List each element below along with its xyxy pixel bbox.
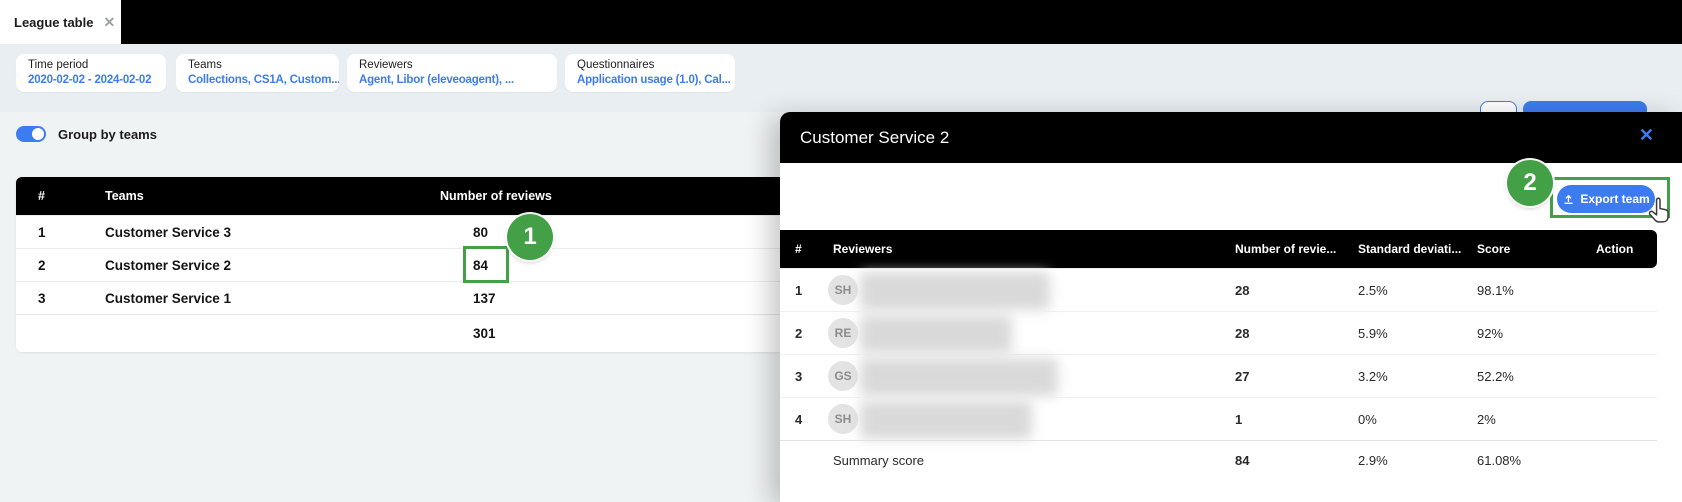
chip-value: Agent, Libor (eleveoagent), ... <box>359 73 545 88</box>
filter-chip-questionnaires[interactable]: Questionnaires Application usage (1.0), … <box>565 54 735 92</box>
league-table-screen: League table ✕ Time period 2020-02-02 - … <box>0 0 1682 502</box>
row-rank: 1 <box>795 283 802 298</box>
summary-label: Summary score <box>833 453 924 468</box>
chip-value: 2020-02-02 - 2024-02-02 <box>28 73 154 88</box>
col-rank: # <box>795 242 802 256</box>
col-number-of-reviews: Number of reviews <box>440 189 552 203</box>
summary-score-row: Summary score 84 2.9% 61.08% <box>780 440 1657 478</box>
tab-close-icon[interactable]: ✕ <box>103 15 115 29</box>
row-std: 0% <box>1358 412 1377 427</box>
reviewer-row[interactable]: 4 SH 1 0% 2% <box>780 397 1657 440</box>
row-score: 92% <box>1477 326 1503 341</box>
group-by-teams-row: Group by teams <box>16 126 157 142</box>
row-rank: 3 <box>795 369 802 384</box>
panel-header: Customer Service 2 ✕ <box>780 112 1682 163</box>
hand-cursor-icon <box>1646 196 1674 228</box>
group-by-teams-toggle[interactable] <box>16 126 46 142</box>
row-reviews: 27 <box>1235 369 1249 384</box>
row-reviews: 28 <box>1235 283 1249 298</box>
summary-std: 2.9% <box>1358 453 1388 468</box>
row-rank: 2 <box>795 326 802 341</box>
panel-title: Customer Service 2 <box>800 128 949 148</box>
tab-bar: League table ✕ <box>0 0 1682 44</box>
chip-label: Teams <box>188 58 327 73</box>
tab-title: League table <box>14 15 93 30</box>
col-teams: Teams <box>105 189 144 203</box>
annotation-step-1-badge: 1 <box>507 214 553 260</box>
row-reviews: 137 <box>473 291 496 306</box>
summary-reviews: 84 <box>1235 453 1249 468</box>
reviewers-table-header: # Reviewers Number of revie... Standard … <box>780 230 1657 268</box>
filter-chip-reviewers[interactable]: Reviewers Agent, Libor (eleveoagent), ..… <box>347 54 557 92</box>
avatar: GS <box>828 361 858 391</box>
row-rank: 3 <box>38 291 46 306</box>
row-reviews: 84 <box>473 258 488 273</box>
row-rank: 1 <box>38 225 46 240</box>
col-standard-deviation: Standard deviati... <box>1358 242 1461 256</box>
row-rank: 4 <box>795 412 802 427</box>
filter-chip-teams[interactable]: Teams Collections, CS1A, Custom... <box>176 54 339 92</box>
row-std: 2.5% <box>1358 283 1388 298</box>
col-action: Action <box>1596 242 1633 256</box>
reviewer-row[interactable]: 3 GS 27 3.2% 52.2% <box>780 354 1657 397</box>
col-score: Score <box>1477 242 1510 256</box>
redacted-reviewer-name <box>860 401 1032 439</box>
row-rank: 2 <box>38 258 46 273</box>
toggle-knob <box>32 128 44 140</box>
avatar: SH <box>828 275 858 305</box>
row-score: 98.1% <box>1477 283 1514 298</box>
export-team-label: Export team <box>1580 192 1649 206</box>
reviewer-row[interactable]: 1 SH 28 2.5% 98.1% <box>780 268 1657 311</box>
chip-label: Time period <box>28 58 154 73</box>
row-std: 5.9% <box>1358 326 1388 341</box>
reviewer-row[interactable]: 2 RE 28 5.9% 92% <box>780 311 1657 354</box>
upload-icon <box>1562 193 1575 206</box>
col-reviewers: Reviewers <box>833 242 892 256</box>
filter-chip-time-period[interactable]: Time period 2020-02-02 - 2024-02-02 <box>16 54 166 92</box>
chip-value: Collections, CS1A, Custom... <box>188 73 327 88</box>
row-reviews: 1 <box>1235 412 1242 427</box>
panel-close-icon[interactable]: ✕ <box>1639 126 1654 144</box>
group-by-teams-label: Group by teams <box>58 127 157 142</box>
export-team-button[interactable]: Export team <box>1557 185 1655 213</box>
avatar: RE <box>828 318 858 348</box>
annotation-step-2-badge: 2 <box>1507 160 1553 206</box>
redacted-reviewer-name <box>860 358 1058 396</box>
row-score: 52.2% <box>1477 369 1514 384</box>
col-number-of-reviews: Number of revie... <box>1235 242 1336 256</box>
col-rank: # <box>38 189 45 203</box>
row-team: Customer Service 2 <box>105 258 231 273</box>
row-reviews: 80 <box>473 225 488 240</box>
reviewers-table: # Reviewers Number of revie... Standard … <box>780 230 1657 478</box>
chip-label: Questionnaires <box>577 58 723 73</box>
row-team: Customer Service 1 <box>105 291 231 306</box>
total-reviews: 301 <box>473 326 496 341</box>
redacted-reviewer-name <box>860 315 1012 353</box>
tab-league-table[interactable]: League table ✕ <box>0 0 121 44</box>
summary-score: 61.08% <box>1477 453 1521 468</box>
row-std: 3.2% <box>1358 369 1388 384</box>
avatar: SH <box>828 404 858 434</box>
chip-label: Reviewers <box>359 58 545 73</box>
row-team: Customer Service 3 <box>105 225 231 240</box>
row-reviews: 28 <box>1235 326 1249 341</box>
row-score: 2% <box>1477 412 1496 427</box>
filter-bar: Time period 2020-02-02 - 2024-02-02 Team… <box>0 44 1682 112</box>
chip-value: Application usage (1.0), Cal... <box>577 73 723 88</box>
redacted-reviewer-name <box>860 272 1050 310</box>
